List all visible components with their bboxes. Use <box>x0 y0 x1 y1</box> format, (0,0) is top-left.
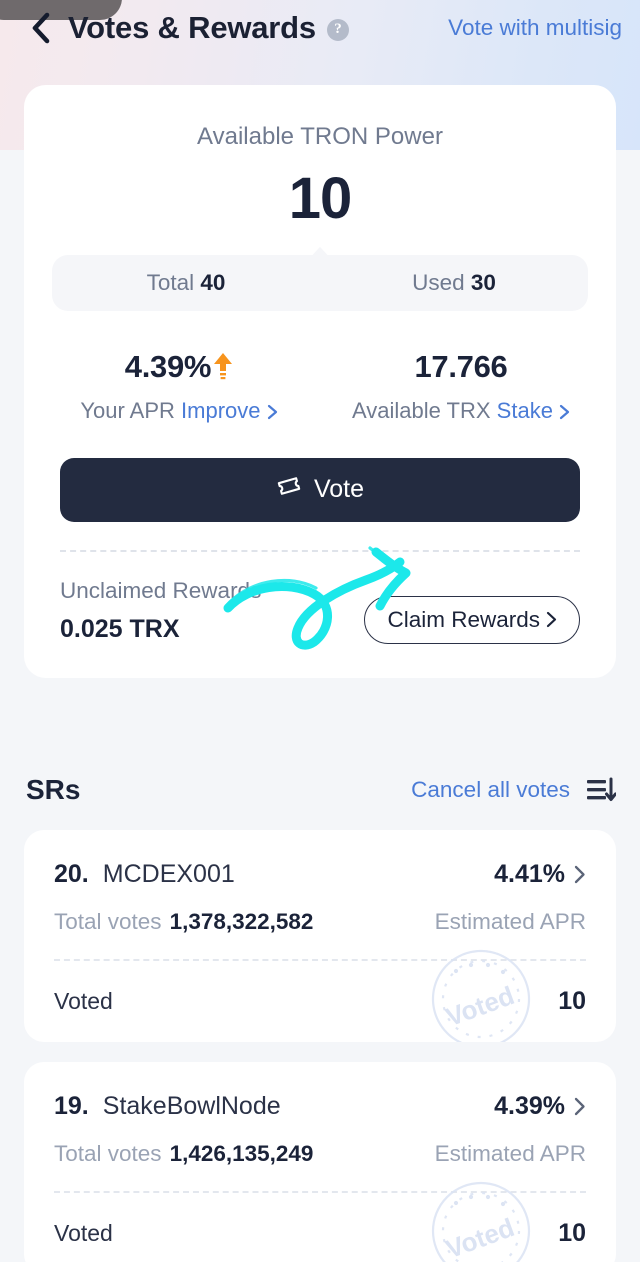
sr-rank: 20. <box>54 860 89 888</box>
unclaimed-rewards-label: Unclaimed Rewards <box>60 577 262 603</box>
apr-value: 4.39% <box>124 348 212 384</box>
total-label: Total <box>146 269 195 295</box>
page-title: Votes & Rewards <box>68 10 316 45</box>
vote-button[interactable]: Vote <box>60 457 580 522</box>
voted-stamp-watermark: Voted <box>431 1181 531 1262</box>
chevron-right-icon <box>546 612 557 628</box>
total-value: 40 <box>200 269 226 295</box>
tron-power-card: Available TRON Power 10 Total 40 Used 30… <box>24 85 616 678</box>
chevron-right-icon <box>559 404 570 419</box>
sr-rank: 19. <box>54 1092 89 1120</box>
apr-stat: 4.39% Your APR Improve <box>38 349 320 424</box>
sr-apr-value: 4.39% <box>494 1092 565 1120</box>
claim-rewards-button[interactable]: Claim Rewards <box>364 595 580 644</box>
sr-total-votes-value: 1,426,135,249 <box>169 1141 314 1166</box>
apr-caption: Your APR <box>80 397 175 423</box>
claim-rewards-label: Claim Rewards <box>387 606 540 632</box>
sr-voted-count: 10 <box>558 1219 586 1247</box>
chevron-right-icon[interactable] <box>574 1097 586 1116</box>
unclaimed-rewards-value: 0.025 TRX <box>60 614 180 643</box>
sr-summary: 20. MCDEX001 4.41% Total votes 1,378,322… <box>24 830 616 935</box>
sr-estimated-apr-label: Estimated APR <box>434 909 586 934</box>
sr-apr-value: 4.41% <box>494 860 565 888</box>
arrow-up-icon <box>213 352 233 380</box>
apr-caption-row[interactable]: Your APR Improve <box>38 398 320 424</box>
apr-value-row: 4.39% <box>38 349 320 385</box>
sr-apr-block: 4.41% <box>494 860 586 889</box>
sr-votes-row: Total votes 1,426,135,249 Estimated APR <box>54 1141 586 1167</box>
sr-voted-label: Voted <box>54 988 113 1014</box>
used-value: 30 <box>470 269 496 295</box>
sr-summary: 19. StakeBowlNode 4.39% Total votes 1,42… <box>24 1062 616 1167</box>
stats-row: 4.39% Your APR Improve 17.766 Available … <box>24 349 616 424</box>
sr-voted-label: Voted <box>54 1220 113 1246</box>
sr-total-votes-label: Total votes <box>54 1141 162 1166</box>
trx-caption-row[interactable]: Available TRX Stake <box>320 398 602 424</box>
vote-with-multisig-link[interactable]: Vote with multisig <box>448 15 622 41</box>
sr-estimated-apr-label: Estimated APR <box>434 1141 586 1166</box>
sr-apr-block: 4.39% <box>494 1092 586 1121</box>
table-row[interactable]: 19. StakeBowlNode 4.39% Total votes 1,42… <box>24 1062 616 1262</box>
voted-stamp-watermark: Voted <box>431 949 531 1042</box>
used-power-stat: Used 30 <box>320 270 588 296</box>
sort-descending-icon[interactable] <box>586 777 617 803</box>
used-label: Used <box>412 269 465 295</box>
sr-voted-row: Voted Voted 10 <box>24 949 616 1042</box>
srs-section-header: SRs Cancel all votes <box>0 762 640 818</box>
total-power-stat: Total 40 <box>52 270 320 296</box>
sr-identity-row: 20. MCDEX001 4.41% <box>54 860 586 889</box>
trx-caption: Available TRX <box>351 397 491 423</box>
available-trx-stat: 17.766 Available TRX Stake <box>320 349 602 424</box>
svg-text:Voted: Voted <box>442 1212 518 1262</box>
sr-identity-row: 19. StakeBowlNode 4.39% <box>54 1092 586 1121</box>
app-screen: Votes & Rewards ? Vote with multisig Ava… <box>0 0 640 1262</box>
sr-voted-row: Voted Voted 10 <box>24 1181 616 1262</box>
cancel-all-votes-link[interactable]: Cancel all votes <box>411 777 570 803</box>
sr-name: StakeBowlNode <box>102 1092 281 1120</box>
chevron-right-icon <box>267 404 277 419</box>
ballot-ticket-icon <box>276 474 302 505</box>
available-tron-power-value: 10 <box>288 166 353 231</box>
total-used-pill-wrapper: Total 40 Used 30 <box>52 246 588 311</box>
rewards-text-block: Unclaimed Rewards 0.025 TRX <box>60 578 364 644</box>
sr-voted-count: 10 <box>558 987 586 1015</box>
srs-title: SRs <box>26 774 81 805</box>
sr-total-votes-label: Total votes <box>54 909 162 934</box>
chevron-right-icon[interactable] <box>574 865 586 884</box>
available-tron-power-label: Available TRON Power <box>197 123 443 150</box>
sr-total-votes-value: 1,378,322,582 <box>169 909 314 934</box>
top-navigation-bar: Votes & Rewards ? Vote with multisig <box>0 0 640 56</box>
pill-notch-triangle <box>307 246 333 261</box>
svg-text:Voted: Voted <box>442 980 518 1032</box>
table-row[interactable]: 20. MCDEX001 4.41% Total votes 1,378,322… <box>24 830 616 1042</box>
stake-trx-link[interactable]: Stake <box>497 398 553 423</box>
improve-apr-link[interactable]: Improve <box>181 398 260 423</box>
trx-value: 17.766 <box>414 348 508 384</box>
question-mark-circle-icon[interactable]: ? <box>326 18 349 41</box>
sr-name: MCDEX001 <box>102 860 235 888</box>
unclaimed-rewards-row: Unclaimed Rewards 0.025 TRX Claim Reward… <box>24 552 616 678</box>
vote-button-label: Vote <box>313 475 365 504</box>
sr-votes-row: Total votes 1,378,322,582 Estimated APR <box>54 909 586 935</box>
back-button[interactable] <box>26 11 56 45</box>
total-used-pill: Total 40 Used 30 <box>52 246 588 311</box>
